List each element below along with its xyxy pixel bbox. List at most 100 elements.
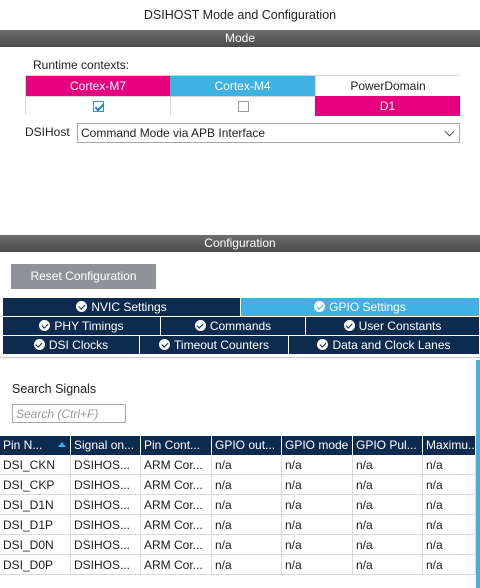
column-header-label: Pin N... (3, 438, 43, 452)
table-row[interactable]: DSI_D1N DSIHOS... ARM Cor... n/a n/a n/a… (0, 495, 476, 515)
tab-label: GPIO Settings (329, 300, 406, 314)
table-row[interactable]: DSI_D0N DSIHOS... ARM Cor... n/a n/a n/a… (0, 535, 476, 555)
table-cell: n/a (423, 515, 476, 534)
column-header-pin-name[interactable]: Pin N... (0, 436, 71, 455)
chevron-down-icon (444, 126, 455, 137)
table-cell: ARM Cor... (141, 475, 212, 494)
context-cortex-m7-header: Cortex-M7 (26, 76, 170, 96)
table-cell: n/a (282, 495, 353, 514)
cortex-m4-checkbox[interactable] (237, 101, 249, 113)
table-cell: n/a (353, 455, 423, 474)
column-header-gpio-pull[interactable]: GPIO Pul... (353, 436, 423, 455)
table-cell: n/a (353, 495, 423, 514)
table-cell: n/a (282, 515, 353, 534)
table-row[interactable]: DSI_CKP DSIHOS... ARM Cor... n/a n/a n/a… (0, 475, 476, 495)
dsihost-mode-value: Command Mode via APB Interface (81, 126, 266, 140)
table-cell: DSI_D0P (0, 555, 71, 574)
tab-label: Data and Clock Lanes (332, 338, 451, 352)
context-cortex-m4-header: Cortex-M4 (170, 76, 315, 96)
configuration-section-header: Configuration (0, 235, 480, 252)
table-cell: DSI_CKN (0, 455, 71, 474)
table-header-row: Pin N... Signal on... Pin Cont... GPIO o… (0, 436, 476, 455)
check-circle-icon (317, 339, 329, 350)
tab-label: NVIC Settings (91, 300, 167, 314)
table-cell: n/a (353, 535, 423, 554)
tab-dsi-clocks[interactable]: DSI Clocks (3, 336, 140, 354)
mode-section-header: Mode (0, 30, 480, 47)
search-signals-input[interactable] (12, 404, 126, 423)
cortex-m4-cell (170, 96, 315, 116)
table-row[interactable]: DSI_CKN DSIHOS... ARM Cor... n/a n/a n/a… (0, 455, 476, 475)
table-cell: n/a (212, 555, 282, 574)
cortex-m7-checkbox[interactable] (92, 101, 104, 113)
table-cell: DSI_D1P (0, 515, 71, 534)
tab-timeout-counters[interactable]: Timeout Counters (140, 336, 289, 354)
search-signals-label: Search Signals (12, 382, 97, 396)
table-cell: ARM Cor... (141, 495, 212, 514)
check-circle-icon (194, 320, 206, 331)
table-cell: n/a (212, 515, 282, 534)
table-cell: n/a (423, 475, 476, 494)
table-cell: n/a (423, 455, 476, 474)
tab-label: Commands (209, 319, 272, 333)
column-header-gpio-output[interactable]: GPIO out... (212, 436, 282, 455)
tab-user-constants[interactable]: User Constants (306, 317, 480, 335)
check-circle-icon (39, 320, 51, 331)
column-header-maximum[interactable]: Maximu... (423, 436, 476, 455)
table-cell: n/a (423, 495, 476, 514)
table-cell: DSIHOS... (71, 475, 141, 494)
table-cell: DSIHOS... (71, 535, 141, 554)
table-cell: DSIHOS... (71, 495, 141, 514)
table-cell: DSIHOS... (71, 455, 141, 474)
table-cell: n/a (423, 555, 476, 574)
table-body: DSI_CKN DSIHOS... ARM Cor... n/a n/a n/a… (0, 455, 476, 575)
dsihost-label: DSIHost (25, 125, 70, 139)
table-cell: ARM Cor... (141, 555, 212, 574)
table-cell: ARM Cor... (141, 455, 212, 474)
tab-nvic-settings[interactable]: NVIC Settings (3, 298, 241, 316)
table-cell: n/a (282, 455, 353, 474)
table-cell: DSIHOS... (71, 515, 141, 534)
table-cell: n/a (212, 475, 282, 494)
table-cell: ARM Cor... (141, 515, 212, 534)
check-circle-icon (76, 301, 88, 312)
table-cell: n/a (353, 555, 423, 574)
context-power-domain-header: PowerDomain (315, 76, 460, 96)
tab-phy-timings[interactable]: PHY Timings (3, 317, 161, 335)
tab-label: Timeout Counters (174, 338, 269, 352)
table-cell: DSIHOS... (71, 555, 141, 574)
runtime-contexts-table: Cortex-M7 Cortex-M4 PowerDomain D1 (25, 75, 460, 116)
table-cell: n/a (353, 475, 423, 494)
table-cell: n/a (353, 515, 423, 534)
tab-label: User Constants (358, 319, 442, 333)
table-row[interactable]: DSI_D1P DSIHOS... ARM Cor... n/a n/a n/a… (0, 515, 476, 535)
tab-data-and-clock-lanes[interactable]: Data and Clock Lanes (289, 336, 480, 354)
table-row[interactable]: DSI_D0P DSIHOS... ARM Cor... n/a n/a n/a… (0, 555, 476, 575)
sort-ascending-icon (58, 442, 66, 447)
check-circle-icon (314, 301, 326, 312)
column-header-pin-context[interactable]: Pin Cont... (141, 436, 212, 455)
tab-commands[interactable]: Commands (161, 317, 306, 335)
power-domain-value: D1 (315, 96, 460, 116)
panel-scrollbar[interactable] (476, 360, 480, 588)
tab-label: DSI Clocks (48, 338, 109, 352)
table-cell: n/a (282, 475, 353, 494)
column-header-signal[interactable]: Signal on... (71, 436, 141, 455)
reset-configuration-button[interactable]: Reset Configuration (11, 264, 156, 289)
gpio-signals-table: Pin N... Signal on... Pin Cont... GPIO o… (0, 436, 476, 575)
check-circle-icon (33, 339, 45, 350)
column-header-gpio-mode[interactable]: GPIO mode (282, 436, 353, 455)
tab-label: PHY Timings (54, 319, 124, 333)
table-cell: n/a (282, 535, 353, 554)
dsihost-mode-select[interactable]: Command Mode via APB Interface (77, 123, 460, 143)
check-circle-icon (159, 339, 171, 350)
table-cell: DSI_CKP (0, 475, 71, 494)
table-cell: n/a (212, 495, 282, 514)
cortex-m7-cell (26, 96, 170, 116)
tab-gpio-settings[interactable]: GPIO Settings (241, 298, 480, 316)
table-cell: n/a (282, 555, 353, 574)
window-title: DSIHOST Mode and Configuration (143, 8, 337, 22)
table-cell: ARM Cor... (141, 535, 212, 554)
check-circle-icon (343, 320, 355, 331)
table-cell: DSI_D0N (0, 535, 71, 554)
